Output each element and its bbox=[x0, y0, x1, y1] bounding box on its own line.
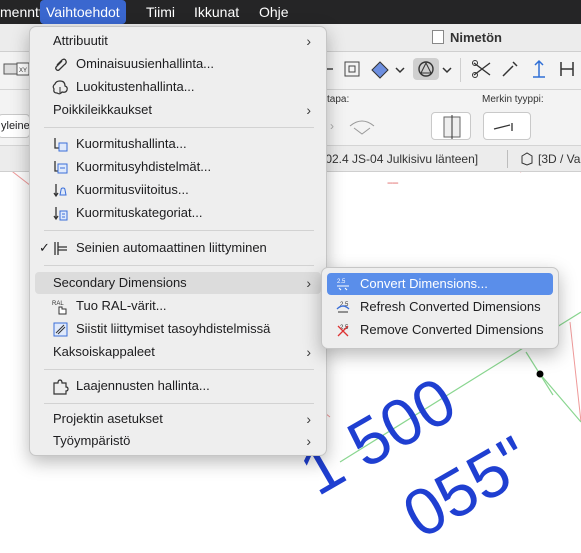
chevron-right-icon: › bbox=[306, 433, 311, 449]
menu-separator bbox=[44, 403, 314, 404]
checkmark-icon: ✓ bbox=[39, 240, 50, 255]
submenu-item-label: Refresh Converted Dimensions bbox=[360, 299, 541, 314]
menu-item-attributes[interactable]: Attribuutit › bbox=[35, 30, 321, 52]
tool-scissors-icon[interactable] bbox=[471, 58, 493, 80]
classification-icon bbox=[52, 80, 68, 95]
menu-item-load-categories[interactable]: Kuormituskategoriat... bbox=[35, 202, 321, 224]
menubar-item-windows[interactable]: Ikkunat bbox=[188, 0, 245, 24]
menu-item-load-management[interactable]: Kuormitushallinta... bbox=[35, 133, 321, 155]
chevron-right-icon: › bbox=[306, 275, 311, 291]
remove-dimensions-icon: 2.5 bbox=[337, 325, 349, 337]
tool-column-icon[interactable] bbox=[556, 58, 578, 80]
menu-item-label: Kuormitusviitoitus... bbox=[76, 182, 189, 197]
chevron-right-icon: › bbox=[306, 33, 311, 49]
chevron-right-icon: › bbox=[306, 102, 311, 118]
toolbar-divider bbox=[460, 58, 461, 82]
convert-dimensions-icon: 2.5 bbox=[337, 279, 349, 291]
menu-item-auto-wall-join[interactable]: ✓ Seinien automaattinen liittyminen bbox=[35, 237, 321, 259]
secondary-dimensions-submenu: 2.5 Convert Dimensions... 2.5 Refresh Co… bbox=[321, 267, 559, 349]
tab-divider bbox=[507, 150, 508, 168]
tool-transform-icon[interactable] bbox=[341, 58, 363, 80]
paperclip-icon bbox=[55, 58, 67, 71]
menu-item-label: Seinien automaattinen liittyminen bbox=[76, 240, 267, 255]
menu-separator bbox=[44, 127, 314, 128]
tool-projection-icon[interactable] bbox=[369, 58, 391, 80]
menu-item-label: Laajennusten hallinta... bbox=[76, 378, 210, 393]
menu-item-label: Kuormituskategoriat... bbox=[76, 205, 203, 220]
svg-text:XY: XY bbox=[19, 68, 27, 74]
menu-item-secondary-dimensions[interactable]: Secondary Dimensions › bbox=[35, 272, 321, 294]
submenu-item-label: Remove Converted Dimensions bbox=[360, 322, 544, 337]
menu-item-property-manager[interactable]: Ominaisuusienhallinta... bbox=[35, 53, 321, 75]
tab-3d-view[interactable]: [3D / Va bbox=[520, 146, 580, 172]
style-label: tapa: bbox=[327, 94, 350, 105]
menubar-item-team[interactable]: Tiimi bbox=[140, 0, 181, 24]
svg-text:›: › bbox=[330, 119, 334, 133]
menu-item-label: Attribuutit bbox=[53, 33, 108, 48]
options-menu: Attribuutit › Ominaisuusienhallinta... L… bbox=[29, 26, 327, 456]
puzzle-icon bbox=[53, 379, 69, 395]
submenu-item-convert-dimensions[interactable]: 2.5 Convert Dimensions... bbox=[327, 273, 553, 295]
menu-item-label: Poikkileikkaukset bbox=[53, 102, 152, 117]
marker-type-label: Merkin tyyppi: bbox=[482, 94, 544, 105]
tool-elevation-icon[interactable] bbox=[528, 58, 550, 80]
load-category-icon bbox=[53, 207, 68, 221]
menu-item-label: Ominaisuusienhallinta... bbox=[76, 56, 215, 71]
chevron-down-icon[interactable] bbox=[393, 58, 415, 80]
menubar-item-options[interactable]: Vaihtoehdot bbox=[40, 0, 126, 24]
document-title: Nimetön bbox=[432, 24, 502, 52]
menubar-item-help[interactable]: Ohje bbox=[253, 0, 295, 24]
load-combination-icon bbox=[54, 161, 68, 174]
menu-item-label: Siistit liittymiset tasoyhdistelmissä bbox=[76, 321, 271, 336]
chevron-down-icon-2[interactable] bbox=[441, 58, 453, 80]
load-management-icon bbox=[54, 138, 68, 152]
menu-item-load-combinations[interactable]: Kuormitusyhdistelmät... bbox=[35, 156, 321, 178]
menu-item-duplicates[interactable]: Kaksoiskappaleet › bbox=[35, 341, 321, 363]
general-field[interactable]: yleine bbox=[0, 114, 30, 138]
ral-icon: RAL bbox=[52, 301, 67, 315]
menu-separator bbox=[44, 369, 314, 370]
submenu-item-refresh-dimensions[interactable]: 2.5 Refresh Converted Dimensions bbox=[327, 296, 553, 318]
chevron-right-icon: › bbox=[306, 411, 311, 427]
refresh-dimensions-icon: 2.5 bbox=[336, 302, 350, 313]
style-selector[interactable]: › bbox=[326, 112, 378, 140]
canvas-marker: ---- bbox=[387, 177, 399, 189]
menu-item-label: Tuo RAL-värit... bbox=[76, 298, 167, 313]
clean-joins-icon bbox=[53, 322, 68, 337]
load-reference-icon bbox=[53, 184, 67, 198]
menu-item-label: Kaksoiskappaleet bbox=[53, 344, 155, 359]
menu-item-classification-manager[interactable]: Luokitustenhallinta... bbox=[35, 76, 321, 98]
menu-item-import-ral-colors[interactable]: RAL Tuo RAL-värit... bbox=[35, 295, 321, 317]
cube-icon bbox=[521, 152, 533, 166]
svg-text:RAL: RAL bbox=[52, 301, 64, 307]
menu-separator bbox=[44, 265, 314, 266]
menu-item-label: Kuormitusyhdistelmät... bbox=[76, 159, 212, 174]
menu-item-project-settings[interactable]: Projektin asetukset › bbox=[35, 408, 321, 430]
menu-bar: menntti Vaihtoehdot Tiimi Ikkunat Ohje bbox=[0, 0, 581, 24]
menu-item-extension-manager[interactable]: Laajennusten hallinta... bbox=[35, 375, 321, 397]
tool-gravity-icon[interactable] bbox=[413, 58, 439, 80]
menu-item-clean-joins[interactable]: Siistit liittymiset tasoyhdistelmissä bbox=[35, 318, 321, 340]
submenu-item-label: Convert Dimensions... bbox=[360, 276, 488, 291]
menu-item-label: Secondary Dimensions bbox=[53, 275, 187, 290]
menu-item-label: Projektin asetukset bbox=[53, 411, 163, 426]
document-title-text: Nimetön bbox=[450, 30, 502, 45]
menu-item-label: Kuormitushallinta... bbox=[76, 136, 187, 151]
tool-magic-wand-icon[interactable] bbox=[499, 58, 521, 80]
wall-join-icon bbox=[54, 242, 67, 255]
menu-separator bbox=[44, 230, 314, 231]
menu-item-sections[interactable]: Poikkileikkaukset › bbox=[35, 99, 321, 121]
svg-text:2.5: 2.5 bbox=[337, 279, 346, 285]
tab-elevation-view[interactable]: A.02.4 JS-04 Julkisivu länteen] bbox=[314, 146, 478, 172]
tab-3d-label: [3D / Va bbox=[538, 152, 581, 166]
submenu-item-remove-dimensions[interactable]: 2.5 Remove Converted Dimensions bbox=[327, 319, 553, 341]
chevron-right-icon: › bbox=[306, 344, 311, 360]
menu-item-label: Työympäristö bbox=[53, 433, 131, 448]
marker-button[interactable] bbox=[431, 112, 471, 140]
document-icon bbox=[432, 30, 444, 44]
menu-item-label: Luokitustenhallinta... bbox=[76, 79, 195, 94]
menu-item-load-reference[interactable]: Kuormitusviitoitus... bbox=[35, 179, 321, 201]
menu-item-work-environment[interactable]: Työympäristö › bbox=[35, 430, 321, 452]
marker-type-selector[interactable] bbox=[483, 112, 531, 140]
